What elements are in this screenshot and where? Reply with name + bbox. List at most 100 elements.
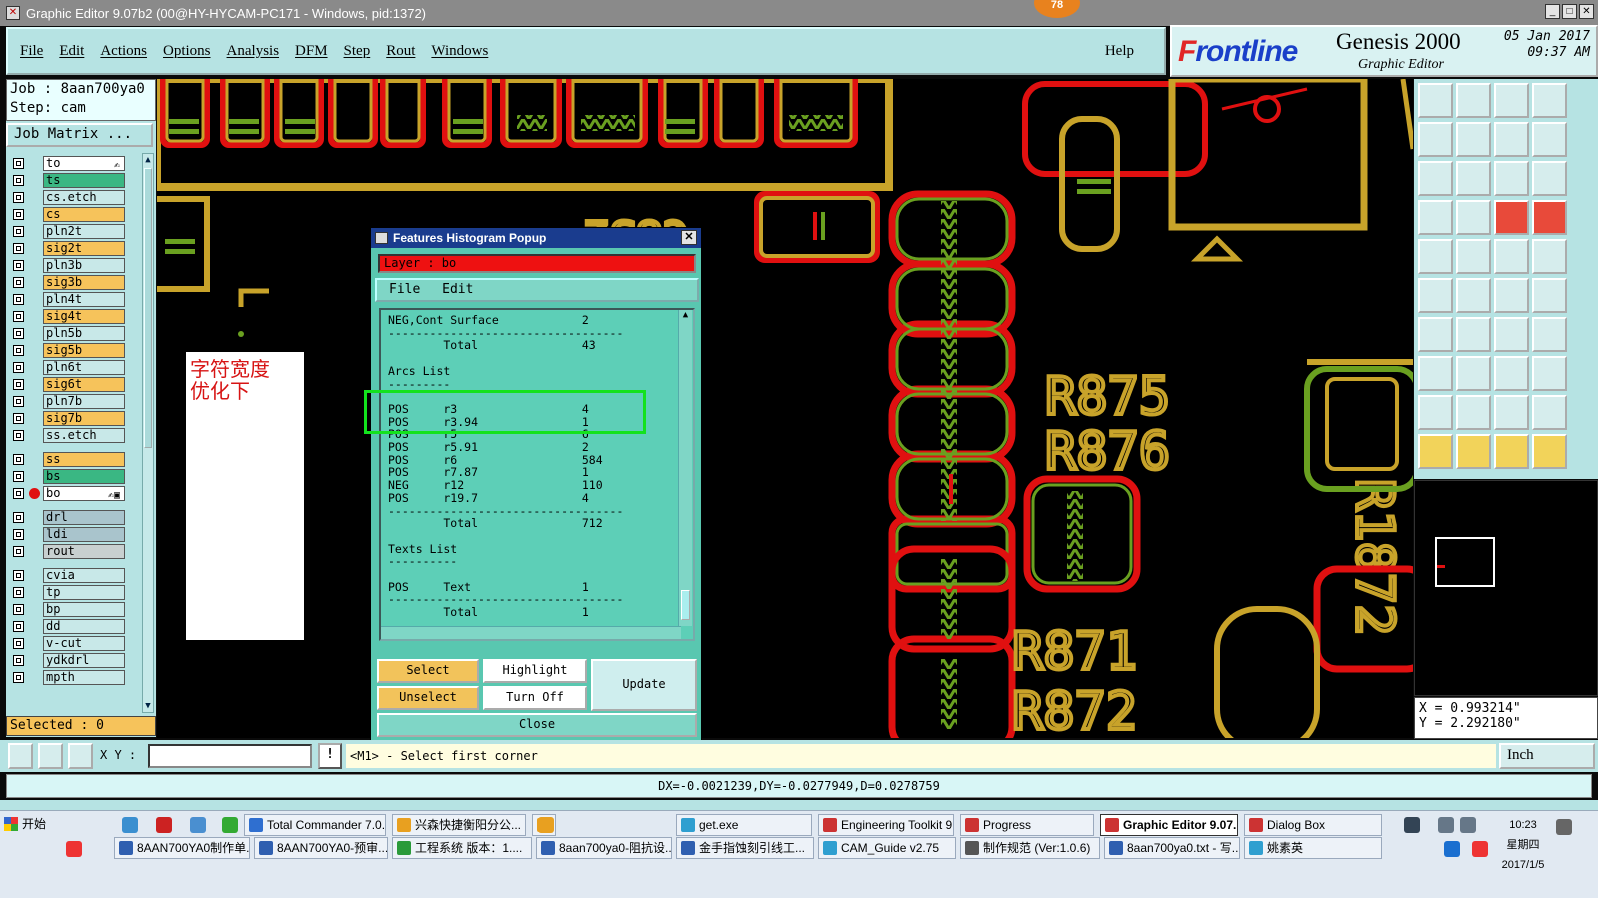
slash-icon[interactable] xyxy=(1456,317,1491,352)
graphic-canvas[interactable]: C89 C832 xyxy=(157,79,1413,738)
system-clock[interactable]: 10:23 星期四 2017/1/5 xyxy=(1488,815,1558,875)
layer-name[interactable]: bo ✍▣ xyxy=(43,486,125,501)
layer-name[interactable]: mpth xyxy=(43,670,125,685)
layer-checkbox[interactable] xyxy=(13,488,24,499)
histogram-vscroll[interactable]: ▲ xyxy=(678,310,692,626)
layer-name[interactable]: pln4t xyxy=(43,292,125,307)
layer-name[interactable]: pln7b xyxy=(43,394,125,409)
layer-name[interactable]: cs.etch xyxy=(43,190,125,205)
tray-icon[interactable] xyxy=(1460,817,1476,833)
unselect-button[interactable]: Unselect xyxy=(377,686,479,710)
align-icon[interactable] xyxy=(1532,122,1567,157)
layer-name[interactable]: bp xyxy=(43,602,125,617)
layer-checkbox[interactable] xyxy=(13,362,24,373)
layer-name[interactable]: sig4t xyxy=(43,309,125,324)
layer-row[interactable]: cs.etch xyxy=(10,189,140,206)
close-window-button[interactable]: ✕ xyxy=(1579,4,1594,19)
layer-name[interactable]: sig5b xyxy=(43,343,125,358)
start-button[interactable]: 开始 xyxy=(2,813,50,837)
layer-checkbox[interactable] xyxy=(13,638,24,649)
zoom-home-icon[interactable] xyxy=(1418,83,1453,118)
maximize-button[interactable]: □ xyxy=(1562,4,1577,19)
layer-name[interactable]: sig3b xyxy=(43,275,125,290)
layer-row[interactable]: ydkdrl xyxy=(10,652,140,669)
popup-menu-file[interactable]: File xyxy=(389,282,420,297)
tray-icon[interactable] xyxy=(1438,817,1454,833)
layer-row[interactable]: pln5b xyxy=(10,325,140,342)
menu-dfm[interactable]: DFM xyxy=(295,43,328,60)
taskbar-item[interactable]: Engineering Toolkit 9.... xyxy=(818,814,954,836)
layer-row[interactable]: cvia xyxy=(10,567,140,584)
copy-icon[interactable] xyxy=(1418,356,1453,391)
pan-left-icon[interactable] xyxy=(1418,122,1453,157)
tray-icon[interactable] xyxy=(156,817,172,833)
layer-row[interactable]: sig4t xyxy=(10,308,140,325)
triangle-icon[interactable] xyxy=(1418,395,1453,430)
cross-icon[interactable] xyxy=(1456,278,1491,313)
layer-pad-icon[interactable] xyxy=(1494,200,1529,235)
layer-row[interactable]: bo ✍▣ xyxy=(10,485,140,502)
layer-checkbox[interactable] xyxy=(13,311,24,322)
rotate-icon[interactable] xyxy=(1494,317,1529,352)
scroll-down-icon[interactable]: ▼ xyxy=(143,700,153,712)
layer-checkbox[interactable] xyxy=(13,413,24,424)
triangle-c-icon[interactable] xyxy=(1532,395,1567,430)
update-button[interactable]: Update xyxy=(591,659,697,711)
tray-icon[interactable] xyxy=(190,817,206,833)
popup-close-button[interactable]: Close xyxy=(377,713,697,737)
menu-file[interactable]: File xyxy=(20,43,43,60)
taskbar-item[interactable]: get.exe xyxy=(676,814,812,836)
taskbar-item[interactable]: 金手指蚀刻引线工... xyxy=(676,837,814,859)
menu-windows[interactable]: Windows xyxy=(431,43,488,60)
layer-checkbox[interactable] xyxy=(13,277,24,288)
pointer-frame-icon[interactable] xyxy=(1494,434,1529,469)
fill-icon[interactable] xyxy=(1418,239,1453,274)
menu-actions[interactable]: Actions xyxy=(100,43,147,60)
layer-row[interactable]: bs xyxy=(10,468,140,485)
menu-edit[interactable]: Edit xyxy=(59,43,84,60)
histogram-scroll-thumb[interactable] xyxy=(681,590,690,620)
probe-icon[interactable] xyxy=(1456,200,1491,235)
layer-checkbox[interactable] xyxy=(13,158,24,169)
layer-row[interactable]: dd xyxy=(10,618,140,635)
triangle-a-icon[interactable] xyxy=(1456,395,1491,430)
circle-icon[interactable] xyxy=(1532,239,1567,274)
job-matrix-button[interactable]: Job Matrix ... xyxy=(6,123,153,147)
grid-icon[interactable] xyxy=(68,743,93,769)
layer-row[interactable]: ldi xyxy=(10,526,140,543)
layer-row[interactable]: pln4t xyxy=(10,291,140,308)
taskbar-item[interactable]: 姚素英 xyxy=(1244,837,1382,859)
layer-name[interactable]: cvia xyxy=(43,568,125,583)
fit-icon[interactable] xyxy=(1494,122,1529,157)
tray-icon[interactable] xyxy=(1404,817,1420,833)
tray-icon[interactable] xyxy=(122,817,138,833)
layer-checkbox[interactable] xyxy=(13,621,24,632)
group-icon[interactable] xyxy=(1532,356,1567,391)
layer-row[interactable]: pln7b xyxy=(10,393,140,410)
layer-checkbox[interactable] xyxy=(13,546,24,557)
highlight-button[interactable]: Highlight xyxy=(483,659,587,683)
taskbar-item[interactable]: 兴森快捷衡阳分公... xyxy=(392,814,526,836)
layer-row[interactable]: rout xyxy=(10,543,140,560)
layer-row[interactable]: sig6t xyxy=(10,376,140,393)
layer-checkbox[interactable] xyxy=(13,529,24,540)
layer-checkbox[interactable] xyxy=(13,175,24,186)
layer-checkbox[interactable] xyxy=(13,243,24,254)
layer-name[interactable]: ss.etch xyxy=(43,428,125,443)
layer-name[interactable]: pln6t xyxy=(43,360,125,375)
layer-name[interactable]: rout xyxy=(43,544,125,559)
tray-icon[interactable] xyxy=(538,817,554,833)
layer-row[interactable]: cs xyxy=(10,206,140,223)
layer-checkbox[interactable] xyxy=(13,396,24,407)
taskbar-item[interactable]: Dialog Box xyxy=(1244,814,1382,836)
zoom-fit-icon[interactable] xyxy=(1418,161,1453,196)
triangle-b-icon[interactable] xyxy=(1494,395,1529,430)
overview-viewport[interactable] xyxy=(1435,537,1495,587)
layer-checkbox[interactable] xyxy=(13,512,24,523)
layer-name[interactable]: ldi xyxy=(43,527,125,542)
pointer-route-icon[interactable] xyxy=(1532,434,1567,469)
popup-close-icon[interactable]: ✕ xyxy=(681,230,697,245)
layer-row[interactable]: ss.etch xyxy=(10,427,140,444)
layer-name[interactable]: v-cut xyxy=(43,636,125,651)
zoom-in-icon[interactable] xyxy=(1456,83,1491,118)
